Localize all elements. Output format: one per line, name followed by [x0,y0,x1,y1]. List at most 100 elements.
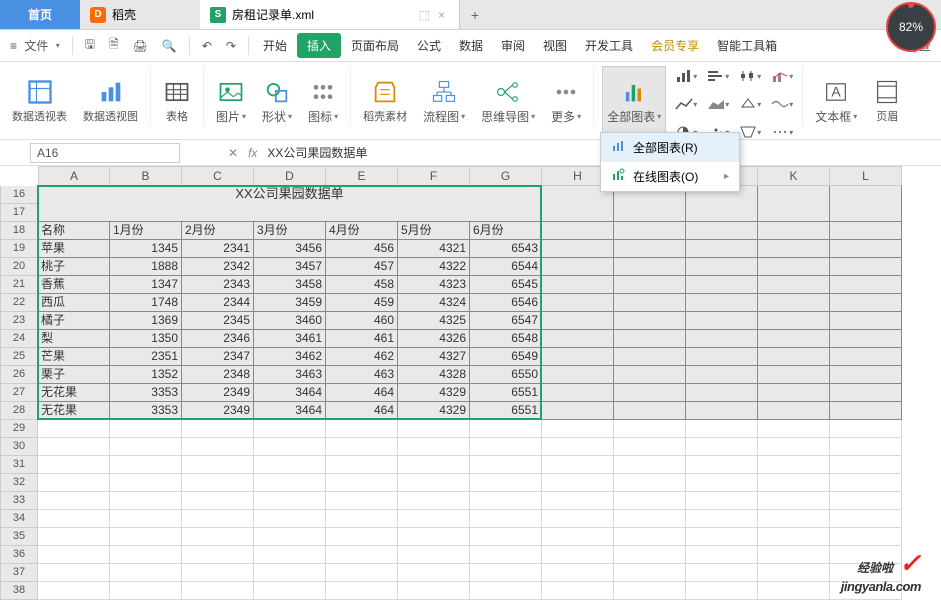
icon-button[interactable]: 图标▾ [304,66,342,136]
column-header[interactable]: C [182,166,254,186]
row-header[interactable]: 25 [0,348,38,366]
row-header[interactable]: 36 [0,546,38,564]
text-box-button[interactable]: A 文本框▾ [811,66,861,136]
mindmap-button[interactable]: 思维导图▾ [477,66,539,136]
cell[interactable] [398,528,470,546]
cell[interactable] [182,492,254,510]
cell[interactable] [830,258,902,276]
cell[interactable] [830,456,902,474]
cell[interactable]: 464 [326,402,398,420]
cell[interactable] [686,276,758,294]
cell[interactable]: 2344 [182,294,254,312]
cell[interactable] [542,366,614,384]
row-header[interactable]: 29 [0,420,38,438]
cell[interactable]: 464 [326,384,398,402]
cell[interactable] [110,528,182,546]
cell[interactable] [758,474,830,492]
cell[interactable] [398,510,470,528]
cell[interactable] [398,564,470,582]
row-header[interactable]: 19 [0,240,38,258]
docer-material-button[interactable]: 稻壳素材 [359,66,411,136]
cell[interactable]: 2349 [182,402,254,420]
ribbon-tab-dev[interactable]: 开发工具 [577,33,641,58]
cell[interactable] [758,366,830,384]
cell[interactable] [686,384,758,402]
cell[interactable] [614,312,686,330]
column-header[interactable]: F [398,166,470,186]
cell[interactable]: 3353 [110,384,182,402]
cell[interactable] [182,510,254,528]
cell[interactable] [542,564,614,582]
cell[interactable]: 2346 [182,330,254,348]
cell[interactable]: 2345 [182,312,254,330]
ribbon-tab-start[interactable]: 开始 [255,33,295,58]
cell[interactable] [542,420,614,438]
cell[interactable] [614,276,686,294]
cell[interactable] [254,438,326,456]
cell[interactable]: 4329 [398,402,470,420]
row-header[interactable]: 37 [0,564,38,582]
cell[interactable] [254,582,326,600]
cell[interactable] [542,492,614,510]
cell[interactable] [758,546,830,564]
cell[interactable] [254,492,326,510]
cell[interactable] [542,438,614,456]
cell[interactable] [830,510,902,528]
cell[interactable] [542,546,614,564]
column-header[interactable]: K [758,166,830,186]
cell[interactable] [830,276,902,294]
cell[interactable] [686,294,758,312]
radar-chart-mini[interactable]: ▾ [738,94,762,114]
cell[interactable] [326,528,398,546]
cell[interactable] [758,384,830,402]
dropdown-item-online-charts[interactable]: 在线图表(O) ▸ [601,162,739,191]
cell[interactable] [470,528,542,546]
cell[interactable]: 4325 [398,312,470,330]
cell[interactable] [614,474,686,492]
cell[interactable] [470,582,542,600]
cell[interactable] [614,438,686,456]
title-cell[interactable]: XX公司果园数据单 [38,186,542,222]
cell[interactable] [38,510,110,528]
cell[interactable] [542,312,614,330]
cell[interactable] [686,366,758,384]
row-header[interactable]: 21 [0,276,38,294]
cell[interactable] [614,564,686,582]
cell[interactable] [326,492,398,510]
cell[interactable] [398,474,470,492]
cell[interactable]: 4323 [398,276,470,294]
ribbon-tab-review[interactable]: 审阅 [493,33,533,58]
row-header[interactable]: 34 [0,510,38,528]
cell[interactable] [614,402,686,420]
cell[interactable] [38,492,110,510]
row-header[interactable]: 27 [0,384,38,402]
cell[interactable] [686,312,758,330]
cell[interactable] [614,492,686,510]
row-header[interactable]: 31 [0,456,38,474]
cell[interactable] [614,294,686,312]
row-header[interactable]: 23 [0,312,38,330]
cell[interactable]: 苹果 [38,240,110,258]
cell[interactable] [326,510,398,528]
cell[interactable] [326,582,398,600]
cell[interactable]: 6547 [470,312,542,330]
cell[interactable] [542,348,614,366]
cell[interactable]: 6月份 [470,222,542,240]
cell[interactable] [326,438,398,456]
cell[interactable] [542,474,614,492]
ribbon-tab-layout[interactable]: 页面布局 [343,33,407,58]
cell[interactable]: 1888 [110,258,182,276]
formula-value[interactable]: XX公司果园数据单 [267,144,367,161]
cell[interactable] [470,564,542,582]
cell[interactable]: 2347 [182,348,254,366]
funnel-chart-mini[interactable]: ▾ [738,122,762,142]
cell[interactable] [254,564,326,582]
cell[interactable]: 2341 [182,240,254,258]
cell[interactable] [542,528,614,546]
row-header[interactable]: 18 [0,222,38,240]
cell[interactable] [758,420,830,438]
cell[interactable] [758,438,830,456]
cell[interactable] [758,348,830,366]
ribbon-tab-member[interactable]: 会员专享 [643,33,707,58]
cell[interactable]: 3464 [254,384,326,402]
